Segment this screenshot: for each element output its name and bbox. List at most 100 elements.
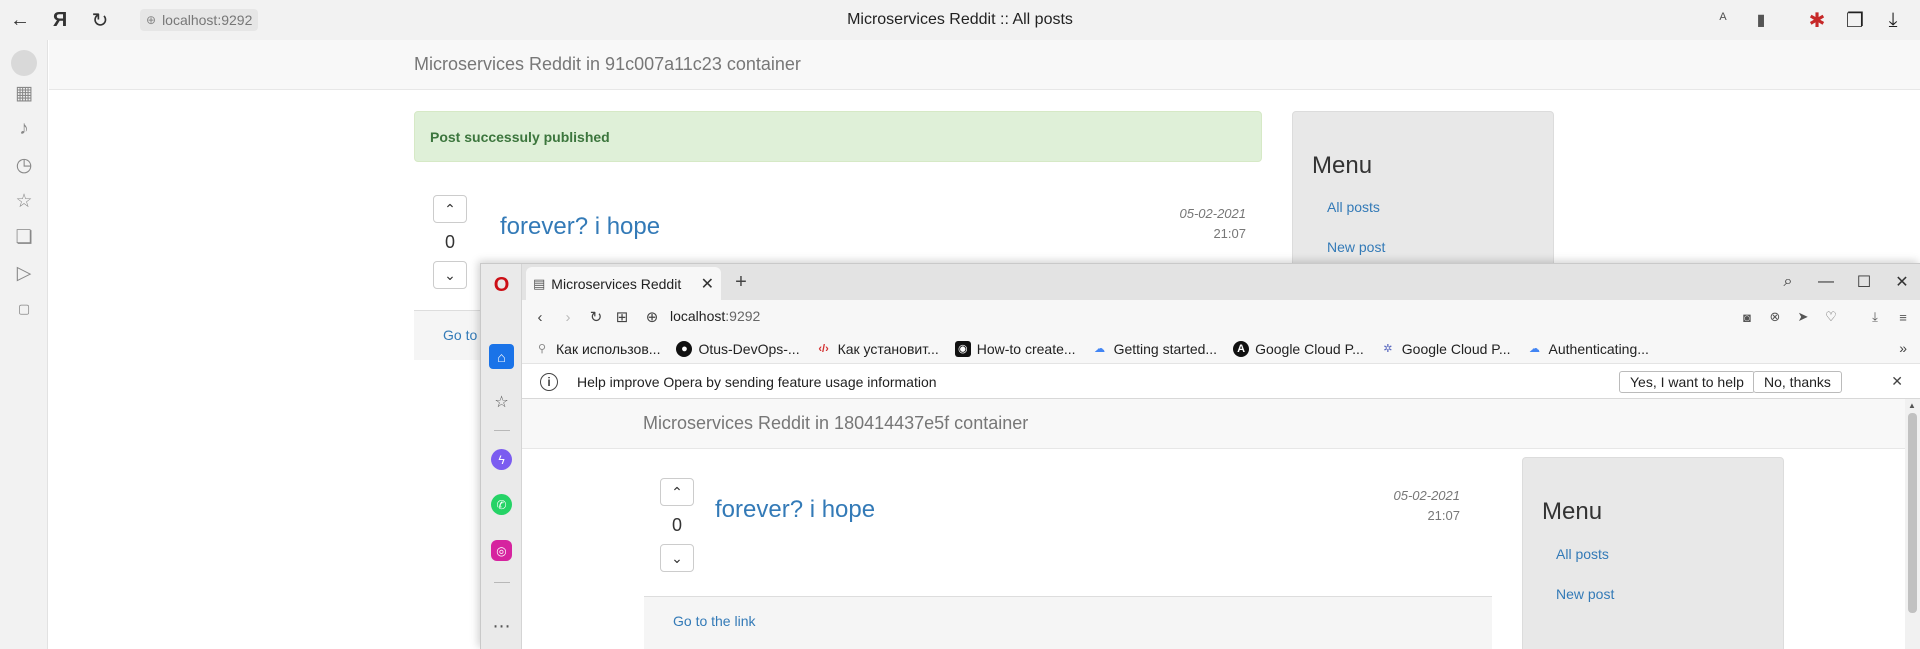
downvote-button[interactable]: ⌄ [660, 544, 694, 572]
github-icon: ● [676, 340, 693, 357]
upvote-button[interactable]: ⌃ [660, 478, 694, 506]
instagram-icon[interactable]: ◎ [491, 540, 512, 561]
bookmark-label: How-to create... [976, 340, 1076, 357]
bookmarks-star-icon[interactable]: ☆ [489, 389, 514, 414]
bookmark-label: Как использов... [556, 340, 661, 357]
post-title-link[interactable]: forever? i hope [715, 496, 875, 524]
menu-link-new-post[interactable]: New post [1556, 586, 1614, 602]
opera-window: O ⌂ ☆ ϟ ✆ ◎ ⋯ ▤ Microservices Reddit ✕ +… [480, 263, 1920, 649]
address-text[interactable]: localhost:9292 [162, 12, 252, 28]
reload-icon[interactable]: ↻ [584, 305, 608, 329]
opera-toolbar: ‹ › ↻ ⊞ ⊕ localhost:9292 ◙ ⊗ ➤ ♡ ⤓ ≡ [522, 300, 1920, 334]
bookmark-icon[interactable]: ▮ [1744, 3, 1778, 37]
page-icon: ▤ [533, 275, 546, 291]
vote-box: ⌃ 0 ⌄ [433, 195, 467, 289]
post-date: 05-02-2021 [1179, 206, 1247, 221]
sidebar-menu: Menu All posts New post [1522, 457, 1784, 649]
page-scrollbar[interactable]: ▲ [1905, 399, 1920, 649]
code-icon: ‹/› [818, 342, 829, 355]
bookmark-item[interactable]: ☁ Getting started... [1092, 340, 1218, 357]
infobar-close-icon[interactable]: ✕ [1891, 373, 1903, 390]
notifications-bell-icon[interactable]: ♪ [8, 113, 40, 145]
translate-icon[interactable]: ᴬ [1706, 3, 1740, 37]
downvote-button[interactable]: ⌄ [433, 261, 467, 289]
bookmark-item[interactable]: ✲ Google Cloud P... [1380, 340, 1511, 357]
bookmark-item[interactable]: ☁ Authenticating... [1527, 341, 1649, 357]
yandex-toolbar: ← Я ↻ [0, 0, 1920, 40]
services-grid-icon[interactable]: ▦ [8, 77, 40, 109]
home-icon[interactable]: ⌂ [489, 344, 514, 369]
reload-icon[interactable]: ↻ [80, 0, 120, 40]
menu-link-all-posts[interactable]: All posts [1327, 199, 1380, 215]
maximize-button[interactable]: ☐ [1845, 264, 1883, 300]
upvote-button[interactable]: ⌃ [433, 195, 467, 223]
close-window-button[interactable]: ✕ [1883, 264, 1920, 300]
whatsapp-icon[interactable]: ✆ [491, 494, 512, 515]
opera-tabbar: ▤ Microservices Reddit ✕ + ⌕ — ☐ ✕ [522, 264, 1920, 300]
post-timestamp: 05-02-2021 21:07 [1180, 204, 1247, 244]
url-host: localhost [670, 308, 726, 324]
more-dots-icon[interactable]: ⋯ [489, 614, 514, 639]
menu-link-new-post[interactable]: New post [1327, 239, 1385, 255]
google-cloud-icon: ☁ [1529, 343, 1541, 355]
calendar-icon[interactable]: ▢ [8, 293, 40, 325]
bookmark-item[interactable]: ⚲ Как использов... [534, 341, 660, 357]
scroll-up-icon[interactable]: ▲ [1908, 401, 1916, 410]
bookmark-item[interactable]: ◉ How-to create... [954, 340, 1076, 357]
collections-icon[interactable]: ❐ [1838, 3, 1872, 37]
go-to-link[interactable]: Go to the link [673, 613, 756, 629]
navbar-brand[interactable]: Microservices Reddit in 91c007a11c23 con… [414, 54, 801, 75]
favorites-star-icon[interactable]: ☆ [8, 185, 40, 217]
menu-lines-icon[interactable]: ≡ [1891, 305, 1915, 329]
bookmark-item[interactable]: ‹/› Как установит... [816, 340, 939, 357]
back-icon[interactable]: ‹ [528, 305, 552, 329]
collections-icon[interactable]: ❏ [8, 221, 40, 253]
forward-icon[interactable]: › [556, 305, 580, 329]
opera-page-content: Microservices Reddit in 180414437e5f con… [522, 399, 1906, 649]
heart-icon[interactable]: ♡ [1819, 305, 1843, 329]
back-arrow-icon[interactable]: ← [0, 0, 40, 40]
sidebar-menu: Menu All posts New post [1292, 111, 1554, 281]
send-icon[interactable]: ➤ [1791, 305, 1815, 329]
scrollbar-thumb[interactable] [1908, 413, 1917, 613]
post-title-link[interactable]: forever? i hope [500, 213, 660, 241]
opera-logo-icon[interactable]: O [489, 273, 514, 298]
vote-count: 0 [444, 232, 455, 252]
bookmark-label: Как установит... [837, 340, 939, 357]
menu-link-all-posts[interactable]: All posts [1556, 546, 1609, 562]
download-icon[interactable]: ⤓ [1876, 3, 1910, 37]
bookmark-label: Google Cloud P... [1401, 340, 1511, 357]
no-thanks-button[interactable]: No, thanks [1753, 371, 1842, 393]
video-play-icon[interactable]: ▷ [8, 257, 40, 289]
post-time: 21:07 [1427, 508, 1460, 523]
bookmark-item[interactable]: ● Otus-DevOps-... [676, 340, 800, 357]
go-to-link[interactable]: Go to [443, 327, 477, 343]
tab-close-icon[interactable]: ✕ [701, 274, 714, 294]
search-icon[interactable]: ⌕ [1769, 264, 1807, 300]
new-tab-button[interactable]: + [729, 270, 753, 294]
tab-microservices-reddit[interactable]: ▤ Microservices Reddit ✕ [526, 267, 721, 300]
tabs-grid-icon[interactable]: ⊞ [610, 305, 634, 329]
minimize-button[interactable]: — [1807, 264, 1845, 300]
ladybug-extension-icon[interactable]: ✱ [1800, 3, 1834, 37]
download-icon[interactable]: ⤓ [1863, 305, 1887, 329]
bookmark-label: Getting started... [1113, 340, 1218, 357]
messenger-icon[interactable]: ϟ [491, 449, 512, 470]
address-bar[interactable]: ⊕ localhost:9292 [140, 9, 259, 31]
bookmark-item[interactable]: A Google Cloud P... [1233, 340, 1364, 357]
yandex-sidebar: ▦ ♪ ◷ ☆ ❏ ▷ ▢ [0, 40, 48, 649]
site-info-icon[interactable]: ⊕ [146, 13, 156, 27]
yes-help-button[interactable]: Yes, I want to help [1619, 371, 1755, 393]
google-cloud-icon: ☁ [1094, 343, 1106, 355]
profile-avatar-icon[interactable] [11, 50, 37, 76]
bookmarks-overflow-icon[interactable]: » [1899, 340, 1907, 356]
history-clock-icon[interactable]: ◷ [8, 149, 40, 181]
navbar: Microservices Reddit in 91c007a11c23 con… [49, 40, 1920, 90]
url-field[interactable]: localhost:9292 [670, 308, 760, 324]
yandex-logo[interactable]: Я [40, 0, 80, 40]
navbar-brand[interactable]: Microservices Reddit in 180414437e5f con… [643, 413, 1028, 434]
site-globe-icon[interactable]: ⊕ [640, 305, 664, 329]
snapshot-camera-icon[interactable]: ◙ [1735, 305, 1759, 329]
adblock-icon[interactable]: ⊗ [1763, 305, 1787, 329]
vote-box: ⌃ 0 ⌄ [660, 478, 694, 572]
